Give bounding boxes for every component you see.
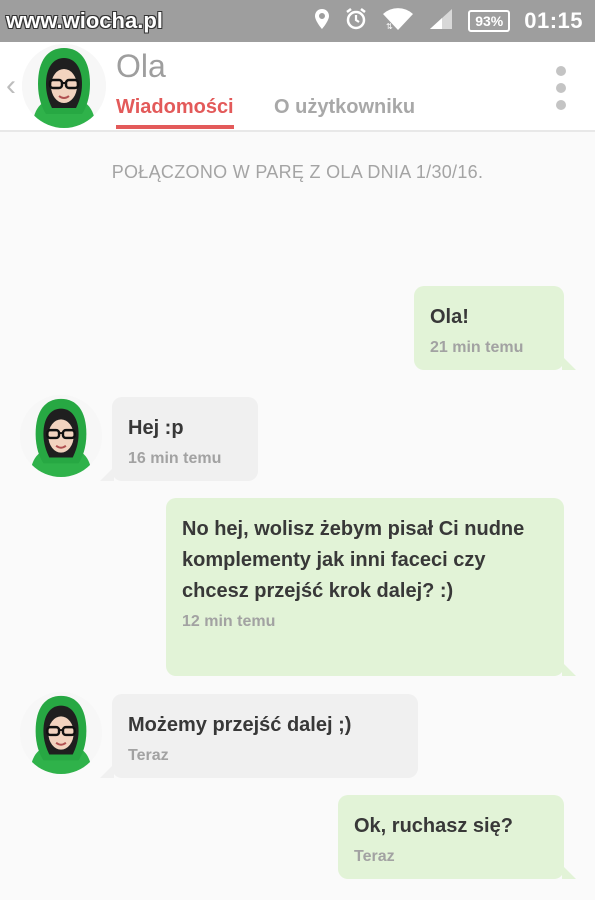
tab-about-user[interactable]: O użytkowniku [274,96,415,119]
sender-avatar[interactable] [20,395,102,477]
alarm-icon [344,7,368,36]
message-bubble-incoming[interactable]: Możemy przejść dalej ;) Teraz [100,694,418,778]
message-text: Możemy przejść dalej ;) [128,714,352,736]
chat-header: ‹ Ola Wiadomości O użytkowniku [0,42,595,132]
menu-dot [556,66,566,76]
clock: 01:15 [524,8,583,33]
message-time: Teraz [354,848,395,865]
avatar-image [22,44,106,128]
signal-icon [428,7,454,36]
menu-dot [556,83,566,93]
watermark: www.wiocha.pl [6,8,163,33]
wifi-icon: ⇅ [382,7,414,36]
chevron-left-icon[interactable]: ‹ [6,71,22,101]
sender-avatar[interactable] [20,692,102,774]
status-icons: ⇅ 93% 01:15 [314,7,583,36]
message-time: Teraz [128,747,169,764]
message-time: 21 min temu [430,339,524,356]
message-bubble-outgoing[interactable]: Ok, ruchasz się? Teraz [338,795,576,879]
message-text: Hej :p [128,417,184,439]
message-time: 16 min temu [128,450,222,467]
battery-indicator: 93% [468,10,511,32]
message-text: Ola! [430,306,469,328]
message-bubble-incoming[interactable]: Hej :p 16 min temu [100,397,258,481]
more-vertical-icon[interactable] [555,66,567,110]
tab-messages[interactable]: Wiadomości [116,96,234,129]
location-icon [314,8,330,35]
message-bubble-outgoing[interactable]: No hej, wolisz żebym pisał Ci nudne komp… [166,498,576,676]
header-avatar[interactable] [22,44,106,128]
match-notice: POŁĄCZONO W PARĘ Z OLA DNIA 1/30/16. [111,162,484,182]
avatar-image [20,395,102,477]
message-text: Ok, ruchasz się? [354,815,513,837]
menu-dot [556,100,566,110]
message-text: No hej, wolisz żebym pisał Ci nudne komp… [182,518,525,602]
message-bubble-outgoing[interactable]: Ola! 21 min temu [414,286,576,370]
message-time: 12 min temu [182,613,276,630]
status-bar: www.wiocha.pl ⇅ 93% 01:15 [0,0,595,42]
svg-text:⇅: ⇅ [386,22,393,31]
avatar-image [20,692,102,774]
contact-name[interactable]: Ola [116,48,166,85]
